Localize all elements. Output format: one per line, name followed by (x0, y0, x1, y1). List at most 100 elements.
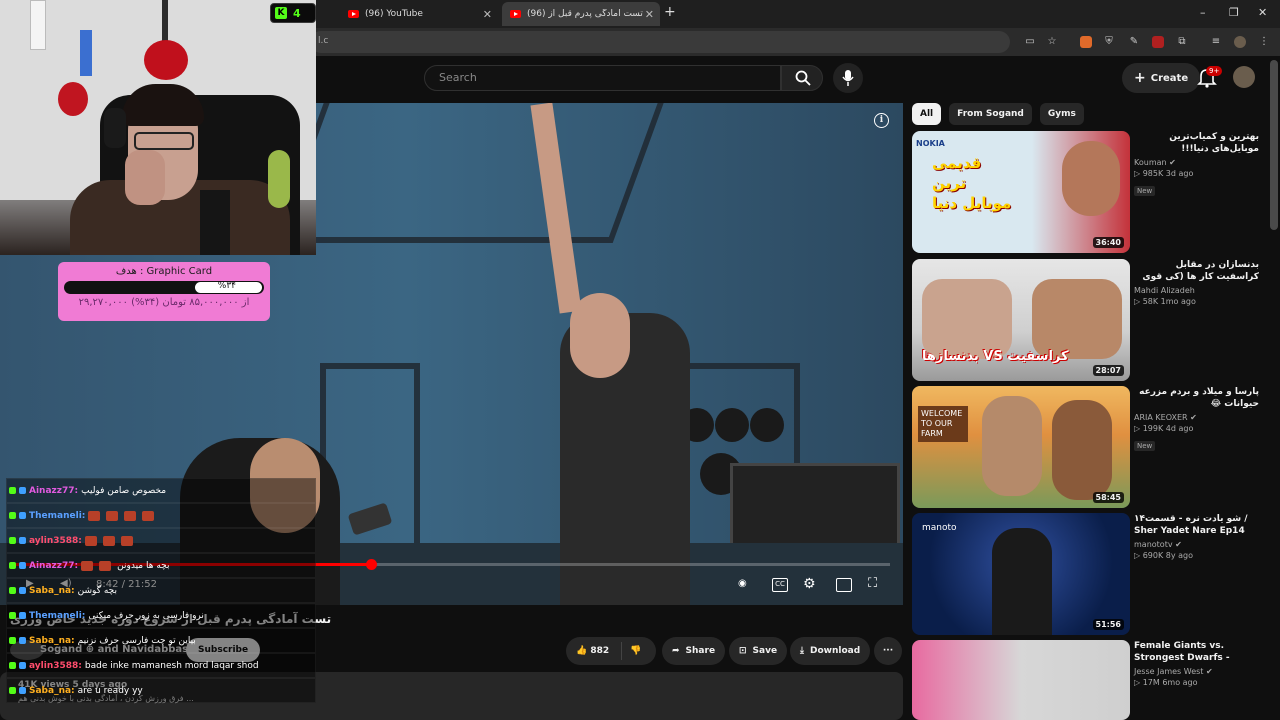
scrubber-handle[interactable] (365, 559, 377, 570)
chat-emote-icon (120, 535, 133, 546)
info-icon[interactable]: i (874, 113, 889, 128)
chat-username[interactable]: aylin3588: (29, 661, 82, 671)
recommended-video[interactable]: manoto 51:56 شو یادت نره - قسمت۱۴ / Sher… (912, 513, 1262, 635)
chat-text: بچه ها میدونن (117, 560, 170, 571)
goal-progress-track: %۳۴ (64, 281, 264, 294)
create-button[interactable]: + Create (1122, 63, 1201, 93)
recommended-video[interactable]: Female Giants vs. Strongest Dwarfs - (Wh… (912, 640, 1262, 720)
verified-icon: ✔ (1169, 158, 1176, 167)
cast-icon[interactable]: ▭ (1024, 36, 1036, 48)
goal-title: هدف : Graphic Card (115, 266, 213, 277)
chat-message: Themaneli: (6, 503, 316, 528)
thumbs-up-icon: 👍 (576, 646, 588, 656)
kick-badge-icon (9, 637, 16, 644)
more-actions-button[interactable]: ··· (874, 637, 902, 665)
video-info: شو یادت نره - قسمت۱۴ / Sher Yadet Nare E… (1134, 513, 1259, 560)
recommended-video[interactable]: NOKIA قدیمی ترین موبایل دنیا 36:40 بهتری… (912, 131, 1262, 253)
tab-youtube[interactable]: (96) YouTube ✕ (340, 2, 498, 26)
maximize-button[interactable]: ❐ (1229, 6, 1239, 19)
rec-meta: ▷ 17M 6mo ago (1134, 678, 1198, 687)
fullscreen-icon[interactable]: ⛶ (868, 576, 877, 591)
voice-search-button[interactable] (833, 63, 863, 93)
thumb-text: قدیمی ترین موبایل دنیا (932, 154, 1012, 212)
tab-video[interactable]: تست آمادگی پدرم قبل از (96) ✕ (502, 2, 660, 26)
shield-icon[interactable]: ⛨ (1103, 36, 1115, 48)
new-tab-button[interactable]: + (664, 4, 676, 20)
reading-list-icon[interactable]: ≡ (1210, 36, 1222, 48)
chat-emote-icon (106, 510, 119, 521)
rec-channel: ARIA KEOXER ✔ (1134, 413, 1197, 422)
new-badge: New (1134, 441, 1156, 451)
chat-username[interactable]: Ainazz77: (29, 486, 78, 496)
gym-rack (272, 103, 668, 243)
medicine-ball (715, 408, 749, 442)
chip-from-sogand[interactable]: From Sogand (949, 103, 1032, 125)
chat-username[interactable]: Themaneli: (29, 611, 85, 621)
dislike-button[interactable]: 👎 (621, 642, 641, 660)
kick-badge-icon (9, 487, 16, 494)
host (992, 528, 1052, 635)
kick-logo-icon: K (275, 7, 287, 19)
account-avatar[interactable] (1233, 66, 1255, 88)
theater-mode-icon[interactable] (836, 578, 852, 592)
recommended-video[interactable]: بدنسازها VS کراسفیت 28:07 بدنسازان در مق… (912, 259, 1262, 381)
glasses (134, 132, 194, 150)
chat-emote-icon (102, 535, 115, 546)
kick-badge-icon (9, 537, 16, 544)
recommended-video[interactable]: WELCOME TO OUR FARM 58:45 پارسا و میلاد … (912, 386, 1262, 508)
donation-goal-widget: هدف : Graphic Card %۳۴ ۲۹,۲۷۰,۰۰۰ از ۸۵,… (58, 262, 270, 321)
chat-emote-icon (84, 535, 97, 546)
filter-chips: All From Sogand Gyms (912, 103, 1084, 125)
subscriber-badge-icon (19, 612, 26, 619)
chat-username[interactable]: aylin3588: (29, 536, 82, 546)
video-info: بهترین و کمیاب‌ترین موبایل‌های دنیا!!! K… (1134, 131, 1259, 197)
viewer-count: 4 (293, 6, 301, 20)
rec-title: پارسا و میلاد و بردم مزرعه حیوانات 😂 (1139, 387, 1259, 409)
address-bar[interactable]: l.c (310, 31, 1010, 53)
close-window-button[interactable]: ✕ (1258, 6, 1267, 19)
download-button[interactable]: ⤓ Download (790, 637, 871, 665)
chat-username[interactable]: Ainazz77: (29, 561, 78, 571)
minimize-button[interactable]: – (1200, 6, 1206, 19)
plush-cactus (268, 150, 290, 208)
share-button[interactable]: ➦ Share (662, 637, 726, 665)
video-info: پارسا و میلاد و بردم مزرعه حیوانات 😂 ARI… (1134, 386, 1259, 452)
search-button[interactable] (781, 65, 823, 91)
subscriber-badge-icon (19, 487, 26, 494)
pen-icon[interactable]: ✎ (1128, 36, 1140, 48)
extension-icon[interactable] (1080, 36, 1092, 48)
profile-avatar[interactable] (1234, 36, 1246, 48)
bookmark-star-icon[interactable]: ☆ (1046, 36, 1058, 48)
save-button[interactable]: ⊡ Save (729, 637, 788, 665)
puzzle-icon[interactable]: ⧉ (1176, 36, 1188, 48)
video-info: Female Giants vs. Strongest Dwarfs - (Wh… (1134, 640, 1259, 687)
like-count: 882 (590, 646, 610, 656)
like-button[interactable]: 👍 882 (566, 646, 609, 656)
chip-all[interactable]: All (912, 103, 942, 125)
chat-username[interactable]: Saba_na: (29, 686, 75, 696)
menu-dots-icon[interactable]: ⋮ (1258, 36, 1270, 48)
chat-message: Saba_na: بچه گوشن (6, 578, 316, 603)
tab-close-icon[interactable]: ✕ (645, 8, 654, 21)
chat-message: Ainazz77: بچه ها میدونن (6, 553, 316, 578)
chat-username[interactable]: Themaneli: (29, 511, 85, 521)
download-label: Download (809, 646, 861, 656)
medicine-ball (750, 408, 784, 442)
captions-icon[interactable]: CC (772, 578, 788, 592)
chip-gyms[interactable]: Gyms (1039, 103, 1084, 125)
chat-username[interactable]: Saba_na: (29, 586, 75, 596)
kick-badge-icon (9, 587, 16, 594)
chat-username[interactable]: Saba_na: (29, 636, 75, 646)
autoplay-toggle-icon[interactable]: ◉ (738, 578, 747, 589)
notification-count-badge: 9+ (1206, 66, 1223, 76)
search-input[interactable]: Search (424, 65, 781, 91)
tab-close-icon[interactable]: ✕ (483, 8, 492, 21)
verified-icon: ✔ (1175, 540, 1182, 549)
tab-title: (96) YouTube (365, 9, 423, 19)
extension-icon[interactable] (1152, 36, 1164, 48)
duration-badge: 58:45 (1092, 492, 1124, 503)
page-scrollbar[interactable] (1270, 60, 1278, 230)
settings-gear-icon[interactable]: ⚙ (803, 576, 816, 592)
rec-channel: Mahdi Alizadeh (1134, 286, 1195, 295)
kick-badge-icon (9, 562, 16, 569)
